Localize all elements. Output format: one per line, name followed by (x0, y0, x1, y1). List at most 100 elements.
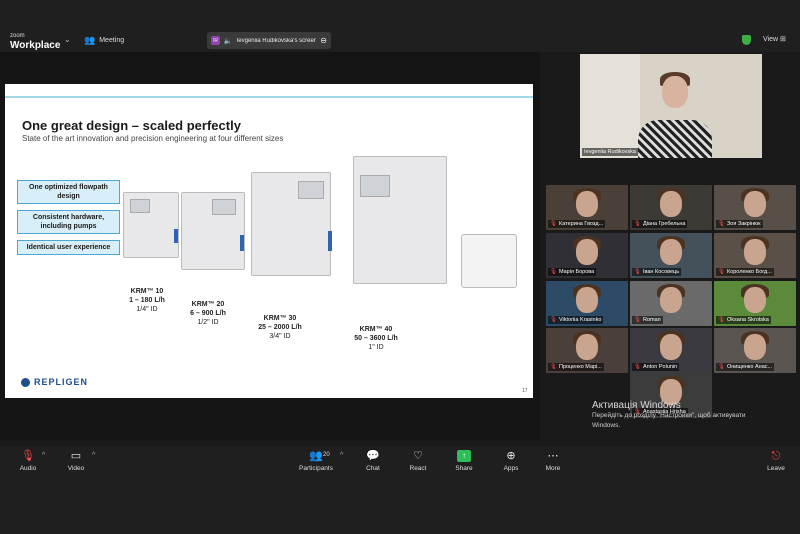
participants-icon: 👥 (309, 450, 323, 462)
zoom-window: zoom Workplace ⌄ 👥 Meeting IR 🔈 Ievgenii… (0, 0, 800, 534)
spec-id: 1/4" ID (136, 306, 158, 313)
windows-activation-watermark: Активація Windows Перейдіть до розділу "… (592, 400, 792, 431)
mic-muted-icon: 🎙 (718, 221, 725, 227)
meeting-info-button[interactable]: 👥 Meeting (84, 35, 124, 46)
spec-id: 3/4" ID (269, 333, 291, 340)
spec-krm20: KRM™ 20 6 – 900 L/h 1/2" ID (182, 300, 234, 327)
participant-name: 🎙 Проценко Марі... (548, 363, 604, 371)
leave-button[interactable]: ⎋ Leave (756, 450, 796, 472)
video-camera-icon: ▭ (70, 450, 82, 462)
participant-name-text: Короленко Богд... (726, 269, 772, 275)
chevron-down-icon[interactable]: ⌄ (64, 35, 71, 44)
apps-button[interactable]: ⊕ Apps (491, 450, 531, 472)
chevron-up-icon[interactable]: ^ (340, 452, 343, 459)
brand-name: REPLIGEN (34, 377, 89, 387)
participant-tile[interactable]: 🎙 Anton Polunin (630, 328, 712, 373)
participant-tile[interactable]: 🎙 Катерина Гвозд... (546, 185, 628, 230)
watermark-line1: Перейдіть до розділу "Настройки", щоб ак… (592, 412, 746, 419)
participant-name: 🎙 Короленко Богд... (716, 268, 774, 276)
mic-muted-icon: 🎙 (634, 364, 641, 370)
participant-tile[interactable]: 🎙 Марія Борова (546, 233, 628, 278)
participant-tile[interactable]: 🎙 Діана Гребельна (630, 185, 712, 230)
shared-slide: One great design – scaled perfectly Stat… (5, 84, 533, 398)
participant-name-text: Проценко Марі... (558, 364, 602, 370)
apps-icon: ⊕ (506, 450, 516, 462)
more-button[interactable]: ⋯ More (533, 450, 573, 472)
participant-tile[interactable]: 🎙 Іван Косовець (630, 233, 712, 278)
active-speaker-video[interactable]: Ievgeniia Rudikovska (580, 54, 762, 158)
participant-name-text: Зоя Закрінюк (726, 221, 761, 227)
krm30-machine (251, 172, 332, 276)
chevron-up-icon[interactable]: ^ (92, 452, 95, 459)
participant-tile[interactable]: 🎙 Oksana Skrotska (714, 281, 796, 326)
chat-label: Chat (366, 465, 380, 472)
people-icon: 👥 (84, 35, 96, 45)
mic-muted-icon: 🎙 (550, 364, 557, 370)
audio-label: Audio (19, 465, 37, 472)
feature-box: One optimized flowpath design (17, 180, 120, 204)
mic-muted-icon: 🎙 (718, 364, 725, 370)
participants-count: 20 (323, 452, 330, 458)
mic-muted-icon: 🎙 (21, 450, 35, 462)
participant-tile[interactable]: 🎙 Проценко Марі... (546, 328, 628, 373)
participant-name-text: Марія Борова (558, 269, 595, 275)
participants-label: Participants (299, 465, 333, 472)
meeting-controls: 🎙 Audio ^ ▭ Video ^ 👥 Participants 20 ^ … (0, 446, 800, 534)
spec-krm30: KRM™ 30 25 – 2000 L/h 3/4" ID (249, 314, 311, 341)
share-button[interactable]: ↑ Share (444, 450, 484, 472)
mic-muted-icon: 🎙 (550, 269, 557, 275)
grid-icon: ⊞ (780, 36, 786, 43)
video-button[interactable]: ▭ Video (56, 450, 96, 472)
participant-tile[interactable]: 🎙 Онищенко Анас... (714, 328, 796, 373)
participant-tile[interactable]: 🎙 Короленко Богд... (714, 233, 796, 278)
speaker-icon: 🔈 (223, 37, 233, 45)
top-bar: zoom Workplace ⌄ 👥 Meeting IR 🔈 Ievgenii… (0, 0, 800, 52)
participant-name: 🎙 Онищенко Анас... (716, 363, 775, 371)
slide-page-number: 17 (522, 388, 528, 394)
spec-id: 1" ID (368, 344, 384, 351)
participant-tile[interactable]: 🎙 Viktoriia Krasinko (546, 281, 628, 326)
leave-label: Leave (767, 465, 785, 472)
participant-name-text: Онищенко Анас... (726, 364, 773, 370)
participant-name-text: Viktoriia Krasinko (558, 317, 602, 323)
spec-name: KRM™ 10 (130, 288, 164, 295)
participant-tile[interactable]: 🎙 Зоя Закрінюк (714, 185, 796, 230)
participant-name-text: Roman (642, 317, 661, 323)
chat-button[interactable]: 💬 Chat (353, 450, 393, 472)
speaker-name: Ievgeniia Rudikovska (582, 148, 638, 156)
krm10-machine (123, 192, 179, 258)
options-icon[interactable]: ⊖ (320, 36, 327, 45)
mic-muted-icon: 🎙 (550, 221, 557, 227)
chevron-up-icon[interactable]: ^ (42, 452, 45, 459)
spec-krm40: KRM™ 40 50 – 3600 L/h 1" ID (345, 325, 407, 352)
spec-name: KRM™ 30 (263, 315, 297, 322)
apps-label: Apps (503, 465, 519, 472)
participant-name: 🎙 Марія Борова (548, 268, 597, 276)
repligen-mark-icon (21, 377, 30, 387)
leave-icon: ⎋ (771, 450, 781, 462)
participant-name: 🎙 Roman (632, 316, 663, 324)
meeting-label: Meeting (99, 37, 125, 44)
repligen-logo: REPLIGEN (21, 377, 88, 387)
security-shield-icon[interactable] (742, 35, 751, 45)
krm20-machine (181, 192, 245, 270)
mic-muted-icon: 🎙 (634, 221, 641, 227)
participant-name: 🎙 Зоя Закрінюк (716, 220, 763, 228)
view-button[interactable]: View ⊞ (763, 35, 786, 43)
spec-range: 1 – 180 L/h (129, 297, 165, 304)
slide-header-line (5, 84, 533, 98)
participant-name-text: Діана Гребельна (642, 221, 686, 227)
mic-muted-icon: 🎙 (634, 317, 641, 323)
participants-button[interactable]: 👥 Participants (296, 450, 336, 472)
react-button[interactable]: ♡ React (398, 450, 438, 472)
screen-share-indicator[interactable]: IR 🔈 Ievgeniia Rudikovska's screen ⊖ (207, 32, 331, 49)
participant-name: 🎙 Катерина Гвозд... (548, 220, 606, 228)
more-icon: ⋯ (547, 450, 559, 462)
participant-tile[interactable]: 🎙 Roman (630, 281, 712, 326)
chat-icon: 💬 (366, 450, 380, 462)
heart-icon: ♡ (413, 450, 423, 462)
watermark-title: Активація Windows (592, 400, 681, 411)
view-label: View (763, 36, 779, 43)
slide-subtitle: State of the art innovation and precisio… (22, 134, 284, 143)
logo-line2: Workplace (10, 40, 61, 51)
